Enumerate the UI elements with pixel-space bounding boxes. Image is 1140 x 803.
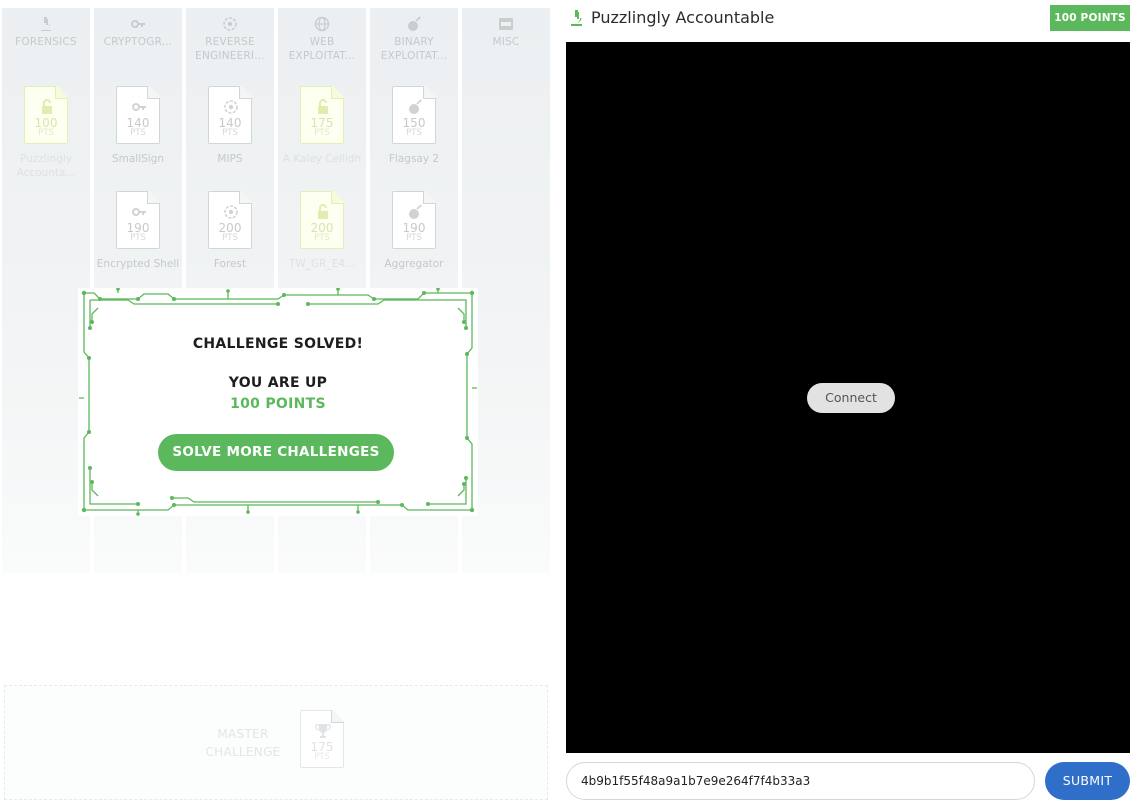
eye-gear-icon <box>224 100 238 114</box>
challenge-name: SmallSign <box>111 153 165 165</box>
challenge-name: Forest <box>213 258 247 270</box>
unlocked-icon <box>318 204 328 219</box>
challenge-solved-dialog: CHALLENGE SOLVED! YOU ARE UP 100 POINTS … <box>78 288 478 516</box>
points-unit: PTS <box>222 233 238 243</box>
challenge-file-icon: 200 PTS <box>300 191 344 249</box>
challenge-card[interactable]: 140 PTS SmallSign <box>94 86 182 166</box>
challenge-name: A Kaley Ceilidh <box>282 153 362 165</box>
master-challenge-label: MASTER CHALLENGE <box>205 727 281 759</box>
points-unit: PTS <box>130 128 146 138</box>
master-challenge-card[interactable]: 175 PTS <box>300 710 344 768</box>
category-name: FORENSICS <box>15 36 77 48</box>
challenge-card[interactable]: 150 PTS Flagsay 2 <box>370 86 458 166</box>
challenge-card[interactable]: 190 PTS Aggregator <box>370 191 458 271</box>
challenge-detail-panel: Puzzlingly Accountable 100 POINTS Connec… <box>556 0 1140 803</box>
points-unit: PTS <box>130 233 146 243</box>
bomb-icon <box>409 99 422 114</box>
challenge-name: Aggregator <box>384 258 444 270</box>
dialog-message: YOU ARE UP <box>228 375 328 391</box>
dialog-title: CHALLENGE SOLVED! <box>192 336 364 352</box>
challenge-name: Puzzlingly Accounta... <box>16 153 76 179</box>
challenge-title: Puzzlingly Accountable <box>591 8 775 27</box>
challenge-card[interactable]: 140 PTS MIPS <box>186 86 274 166</box>
points-unit: PTS <box>314 128 330 138</box>
category-header-cryptography[interactable]: CRYPTOGR... <box>94 16 182 49</box>
category-name: CRYPTOGR... <box>103 36 173 48</box>
forensics-microscope-icon <box>571 10 582 26</box>
category-name: WEB EXPLOITAT... <box>288 36 356 62</box>
category-header-forensics[interactable]: FORENSICS <box>2 16 90 49</box>
challenge-file-icon: 190 PTS <box>392 191 436 249</box>
challenge-file-icon: 200 PTS <box>208 191 252 249</box>
key-icon <box>132 208 146 216</box>
category-name: BINARY EXPLOITAT... <box>380 36 448 62</box>
challenge-file-icon: 100 PTS <box>24 86 68 144</box>
dialog-points: 100 POINTS <box>230 396 326 412</box>
category-header-binary-exploitation[interactable]: BINARY EXPLOITAT... <box>370 16 458 63</box>
bomb-icon <box>409 204 422 219</box>
challenge-card[interactable]: 175 PTS A Kaley Ceilidh <box>278 86 366 166</box>
submit-button[interactable]: SUBMIT <box>1045 762 1130 800</box>
challenge-name: Encrypted Shell <box>96 258 180 270</box>
category-name: MISC <box>492 36 520 48</box>
challenge-board: FORENSICS 100 PTS Puzzlingly Accounta...… <box>0 0 556 803</box>
flag-input[interactable] <box>566 762 1035 800</box>
challenge-name: TW_GR_E4... <box>288 258 356 270</box>
bomb-icon <box>408 16 421 31</box>
unlocked-icon <box>318 99 328 114</box>
challenge-card[interactable]: 100 PTS Puzzlingly Accounta... <box>2 86 90 180</box>
key-icon <box>132 103 146 111</box>
category-name: REVERSE ENGINEERI... <box>195 36 265 62</box>
challenge-name: Flagsay 2 <box>388 153 440 165</box>
microscope-icon <box>41 17 51 31</box>
challenge-card[interactable]: 200 PTS TW_GR_E4... <box>278 191 366 271</box>
challenge-file-icon: 175 PTS <box>300 86 344 144</box>
points-badge: 100 POINTS <box>1050 5 1130 31</box>
points-unit: PTS <box>314 233 330 243</box>
points-unit: PTS <box>222 128 238 138</box>
globe-icon <box>314 16 330 32</box>
category-header-web-exploitation[interactable]: WEB EXPLOITAT... <box>278 16 366 63</box>
challenge-card[interactable]: 190 PTS Encrypted Shell <box>94 191 182 271</box>
category-header-reverse-engineering[interactable]: REVERSE ENGINEERI... <box>186 16 274 63</box>
category-column-forensics: FORENSICS 100 PTS Puzzlingly Accounta... <box>2 8 90 573</box>
challenge-file-icon: 175 PTS <box>300 710 344 768</box>
challenge-card[interactable]: 200 PTS Forest <box>186 191 274 271</box>
trophy-icon <box>315 724 331 738</box>
challenge-file-icon: 140 PTS <box>116 86 160 144</box>
challenge-file-icon: 190 PTS <box>116 191 160 249</box>
eye-gear-icon <box>223 17 237 31</box>
eye-gear-icon <box>224 205 238 219</box>
challenge-file-icon: 150 PTS <box>392 86 436 144</box>
points-unit: PTS <box>406 233 422 243</box>
challenge-file-icon: 140 PTS <box>208 86 252 144</box>
challenge-name: MIPS <box>217 153 243 165</box>
points-unit: PTS <box>406 128 422 138</box>
connect-button[interactable]: Connect <box>807 383 895 413</box>
key-icon <box>131 20 145 28</box>
solve-more-challenges-button[interactable]: SOLVE MORE CHALLENGES <box>158 434 394 471</box>
category-header-misc[interactable]: MISC <box>462 16 550 49</box>
misc-icon <box>499 18 513 30</box>
points-unit: PTS <box>38 128 54 138</box>
unlocked-icon <box>42 99 52 114</box>
points-unit: PTS <box>314 752 330 762</box>
terminal-window[interactable]: Connect <box>566 42 1130 753</box>
